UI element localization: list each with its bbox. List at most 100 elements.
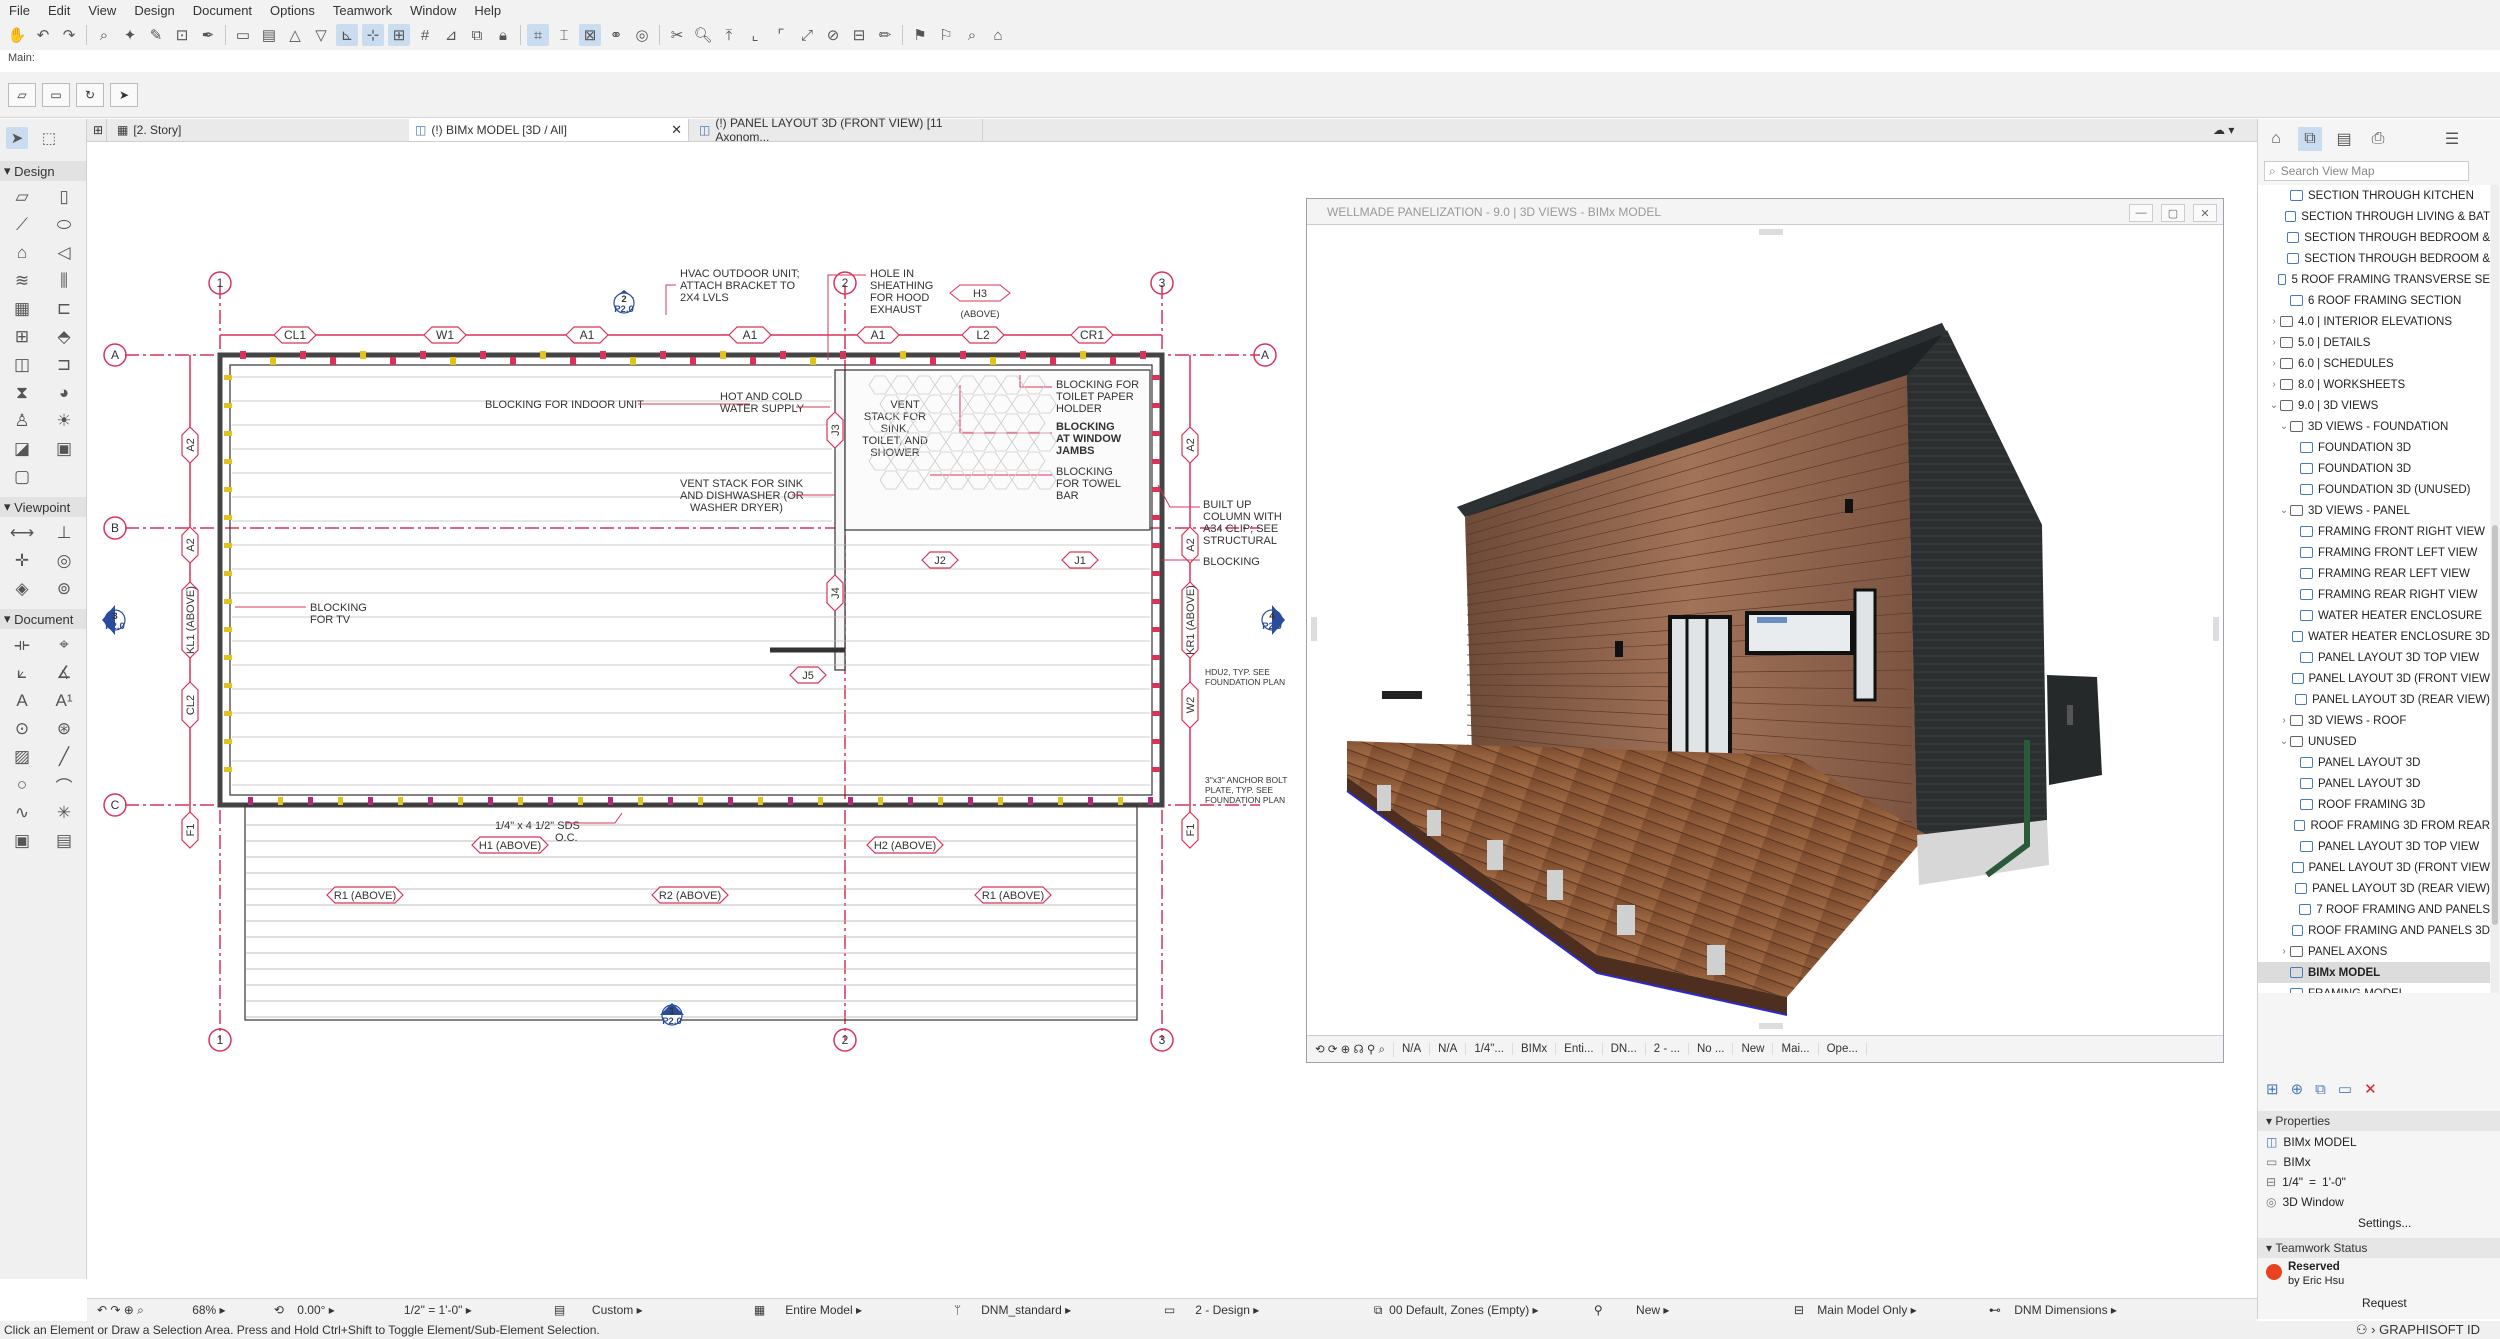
- inject-icon[interactable]: ⊡: [171, 24, 193, 46]
- status-layer[interactable]: BIMx: [1513, 1043, 1557, 1055]
- menu-document[interactable]: Document: [184, 3, 261, 18]
- tree-view-item[interactable]: FRAMING FRONT RIGHT VIEW: [2258, 521, 2490, 542]
- tree-view-item[interactable]: FOUNDATION 3D (UNUSED): [2258, 479, 2490, 500]
- tree-view-item[interactable]: SECTION THROUGH LIVING & BAT: [2258, 206, 2490, 227]
- delete-icon[interactable]: ✕: [2364, 1080, 2377, 1098]
- scale-value[interactable]: 1/2" = 1'-0" ▸: [394, 1303, 544, 1317]
- edit-icon[interactable]: ✏: [874, 24, 896, 46]
- status-field[interactable]: N/A: [1394, 1043, 1431, 1055]
- tree-view-item[interactable]: SECTION THROUGH BEDROOM &: [2258, 227, 2490, 248]
- dimension-combo[interactable]: ⊷ DNM Dimensions ▸: [1979, 1303, 2179, 1317]
- orbit-icon[interactable]: ⟲ ⟳ ⊕ ☊ ⚲ ⌕: [1307, 1041, 1394, 1057]
- pan-icon[interactable]: ✋: [6, 24, 28, 46]
- split-icon[interactable]: ⊟: [848, 24, 870, 46]
- snap-guides-icon[interactable]: ⊾: [336, 24, 358, 46]
- tree-view-item[interactable]: 7 ROOF FRAMING AND PANELS: [2258, 899, 2490, 920]
- line-type-icon[interactable]: ▭: [232, 24, 254, 46]
- layers-icon[interactable]: ▤: [258, 24, 280, 46]
- toolbox-section-design[interactable]: ▾ Design: [0, 161, 86, 181]
- object-tool-icon[interactable]: ⊐: [44, 353, 84, 377]
- menu-file[interactable]: File: [0, 3, 39, 18]
- rotation-value[interactable]: ⟲ 0.00° ▸: [264, 1303, 394, 1317]
- wall-tool-icon[interactable]: ▱: [2, 185, 42, 209]
- elevate-icon[interactable]: ⤒: [718, 24, 740, 46]
- label-tool-icon[interactable]: A¹: [44, 689, 84, 713]
- close-icon[interactable]: ✕: [2193, 204, 2217, 222]
- issue-icon[interactable]: ⚐: [935, 24, 957, 46]
- drawing-tool-icon[interactable]: ▤: [44, 829, 84, 853]
- line-tool-icon[interactable]: ╱: [44, 745, 84, 769]
- tree-folder[interactable]: › PANEL AXONS: [2258, 941, 2490, 962]
- expand-chevron-icon[interactable]: ⌄: [2278, 421, 2290, 432]
- pick-up-icon[interactable]: ✎: [145, 24, 167, 46]
- beam-tool-icon[interactable]: ⟋: [2, 213, 42, 237]
- tree-view-item[interactable]: PANEL LAYOUT 3D TOP VIEW: [2258, 836, 2490, 857]
- tree-view-item[interactable]: FRAMING MODEL: [2258, 983, 2490, 993]
- shell-tool-icon[interactable]: ◁: [44, 241, 84, 265]
- guide-lines-icon[interactable]: ⊹: [362, 24, 384, 46]
- flag-icon[interactable]: ⚑: [909, 24, 931, 46]
- tree-view-item[interactable]: FRAMING REAR RIGHT VIEW: [2258, 584, 2490, 605]
- lamp-tool-icon[interactable]: ☀: [44, 409, 84, 433]
- text-tool-icon[interactable]: A: [2, 689, 42, 713]
- status-renovation[interactable]: New: [1733, 1043, 1774, 1055]
- project-map-icon[interactable]: ⌂: [2264, 127, 2288, 151]
- scrollbar[interactable]: [2491, 185, 2499, 993]
- circle-tool-icon[interactable]: ○: [2, 773, 42, 797]
- dimension-icon[interactable]: ⌶: [553, 24, 575, 46]
- window-tool-icon[interactable]: ⊞: [2, 325, 42, 349]
- structure-combo[interactable]: ▭ 2 - Design ▸: [1154, 1303, 1364, 1317]
- save-view-icon[interactable]: ⊕: [2291, 1080, 2304, 1098]
- elev-tool-icon[interactable]: ⊥: [44, 521, 84, 545]
- menu-view[interactable]: View: [79, 3, 125, 18]
- tree-view-item[interactable]: ROOF FRAMING 3D: [2258, 794, 2490, 815]
- door-tool-icon[interactable]: ⊏: [44, 297, 84, 321]
- zoom-icon[interactable]: 🔍︎: [692, 24, 714, 46]
- request-button[interactable]: Request: [2362, 1296, 2407, 1310]
- hotlink-icon[interactable]: ⚭: [605, 24, 627, 46]
- stair-tool-icon[interactable]: ≋: [2, 269, 42, 293]
- fill-tool-icon[interactable]: ▨: [2, 745, 42, 769]
- cursor-snap-icon[interactable]: ⊿: [440, 24, 462, 46]
- tree-view-item[interactable]: WATER HEATER ENCLOSURE: [2258, 605, 2490, 626]
- expand-chevron-icon[interactable]: ›: [2268, 316, 2280, 327]
- renovation-combo[interactable]: ⚲ New ▸: [1584, 1303, 1784, 1317]
- status-override[interactable]: No ...: [1689, 1043, 1734, 1055]
- expand-chevron-icon[interactable]: ›: [2278, 946, 2290, 957]
- clone-icon[interactable]: ⧉: [2315, 1081, 2326, 1098]
- eyedropper-icon[interactable]: ✒: [197, 24, 219, 46]
- column-tool-icon[interactable]: ▯: [44, 185, 84, 209]
- section-tool-icon[interactable]: ⟷: [2, 521, 42, 545]
- elevation-tool-icon[interactable]: ◪: [2, 437, 42, 461]
- tab-panel-layout[interactable]: ◫ (!) PANEL LAYOUT 3D (FRONT VIEW) [11 Ax…: [693, 116, 983, 144]
- 3d-model-viewport[interactable]: [1307, 225, 2223, 1035]
- new-folder-icon[interactable]: ⊞: [2266, 1080, 2279, 1098]
- suspend-groups-icon[interactable]: ⌗: [527, 24, 549, 46]
- status-scale[interactable]: 1/4"...: [1466, 1043, 1513, 1055]
- opening-tool-icon[interactable]: ◫: [2, 353, 42, 377]
- grid-snap-icon[interactable]: ⊞: [388, 24, 410, 46]
- design-option-combo[interactable]: ⊟ Main Model Only ▸: [1784, 1303, 1979, 1317]
- expand-chevron-icon[interactable]: ›: [2278, 715, 2290, 726]
- image-tool-icon[interactable]: ▣: [2, 829, 42, 853]
- menu-icon[interactable]: ☰: [2440, 127, 2464, 151]
- status-pen[interactable]: DN...: [1603, 1043, 1646, 1055]
- tree-folder[interactable]: › 8.0 | WORKSHEETS: [2258, 374, 2490, 395]
- view-map-icon[interactable]: ⧉: [2298, 127, 2322, 151]
- tree-view-item[interactable]: 5 ROOF FRAMING TRANSVERSE SE: [2258, 269, 2490, 290]
- expand-chevron-icon[interactable]: ⌄: [2268, 400, 2280, 411]
- tab-overview-icon[interactable]: ⊞: [87, 119, 107, 141]
- tree-view-item[interactable]: FRAMING REAR LEFT VIEW: [2258, 563, 2490, 584]
- teamwork-header[interactable]: ▾ Teamwork Status: [2258, 1238, 2500, 1258]
- worksheet-tool-icon[interactable]: ◎: [44, 549, 84, 573]
- curtain-wall-tool-icon[interactable]: ▦: [2, 297, 42, 321]
- override-combo[interactable]: ⧉ 00 Default, Zones (Empty) ▸: [1364, 1303, 1584, 1318]
- status-model[interactable]: Enti...: [1556, 1043, 1603, 1055]
- zoom-value[interactable]: 68% ▸: [154, 1303, 264, 1317]
- tree-folder[interactable]: › 4.0 | INTERIOR ELEVATIONS: [2258, 311, 2490, 332]
- tree-view-item[interactable]: PANEL LAYOUT 3D: [2258, 752, 2490, 773]
- railing-tool-icon[interactable]: ⫼: [44, 269, 84, 293]
- tree-folder[interactable]: ⌄ 9.0 | 3D VIEWS: [2258, 395, 2490, 416]
- settings-icon[interactable]: ▭: [2338, 1080, 2352, 1098]
- menu-options[interactable]: Options: [261, 3, 324, 18]
